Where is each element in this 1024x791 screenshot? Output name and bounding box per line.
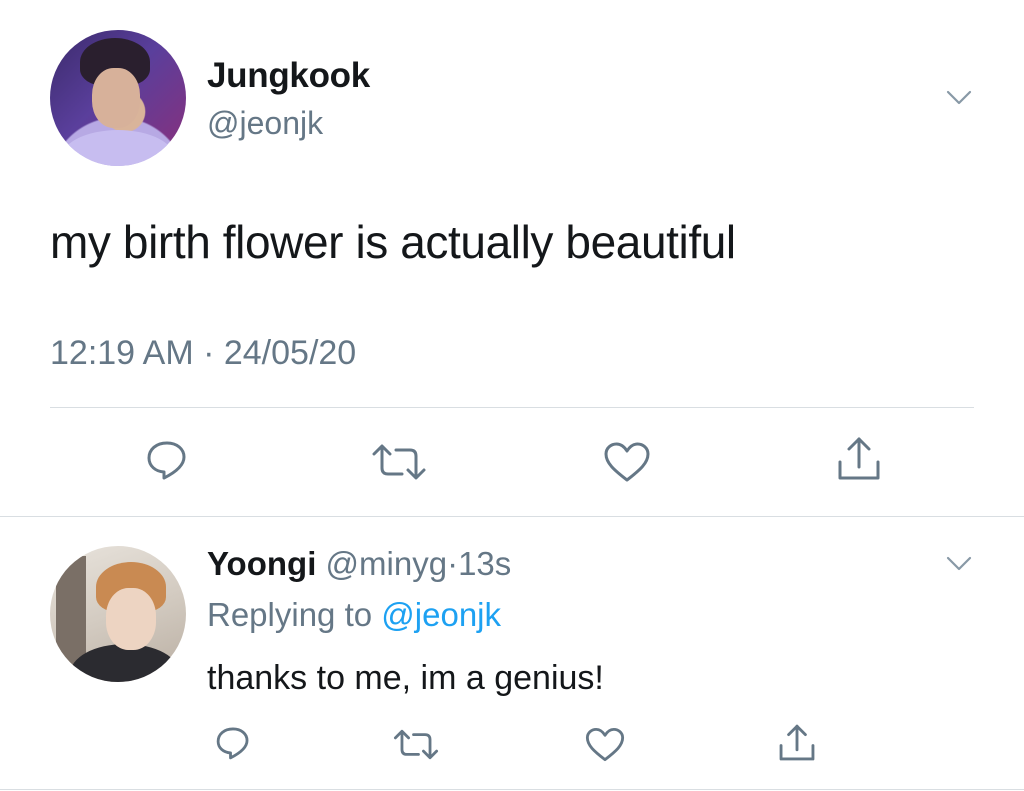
author-handle[interactable]: @jeonjk xyxy=(207,105,323,142)
tweet-timestamp[interactable]: 12:19 AM · 24/05/20 xyxy=(50,334,356,373)
tweet-options-chevron-down-icon[interactable] xyxy=(946,90,972,106)
retweet-icon[interactable] xyxy=(392,728,440,761)
avatar-shirt xyxy=(60,130,176,166)
reply-icon[interactable] xyxy=(214,724,252,762)
reply-options-chevron-down-icon[interactable] xyxy=(946,556,972,572)
reply-header: Yoongi @minyg·13s xyxy=(207,545,511,583)
author-name[interactable]: Jungkook xyxy=(207,56,370,96)
replying-to-handle-link[interactable]: @jeonjk xyxy=(381,596,501,633)
author-avatar[interactable] xyxy=(50,30,186,166)
reply-time[interactable]: 13s xyxy=(458,545,511,582)
reply-author-avatar[interactable] xyxy=(50,546,186,682)
share-icon[interactable] xyxy=(834,434,884,484)
reply-text: thanks to me, im a genius! xyxy=(207,659,604,697)
replying-to: Replying to @jeonjk xyxy=(207,596,501,634)
reply-icon[interactable] xyxy=(144,438,190,482)
separator-dot: · xyxy=(447,545,459,582)
share-icon[interactable] xyxy=(776,722,818,764)
replying-to-label: Replying to xyxy=(207,596,373,633)
tweet-text: my birth flower is actually beautiful xyxy=(50,216,736,268)
reply-author-name[interactable]: Yoongi xyxy=(207,545,316,582)
avatar-face xyxy=(106,588,156,650)
like-icon[interactable] xyxy=(584,726,626,763)
divider xyxy=(0,516,1024,517)
tweet-thread: Jungkook @jeonjk my birth flower is actu… xyxy=(0,0,1024,791)
reply-author-handle[interactable]: @minyg xyxy=(326,545,448,582)
avatar-background xyxy=(56,556,86,666)
divider xyxy=(50,407,974,408)
divider xyxy=(0,789,1024,790)
avatar-face xyxy=(92,68,140,128)
like-icon[interactable] xyxy=(602,440,652,484)
retweet-icon[interactable] xyxy=(370,442,428,482)
